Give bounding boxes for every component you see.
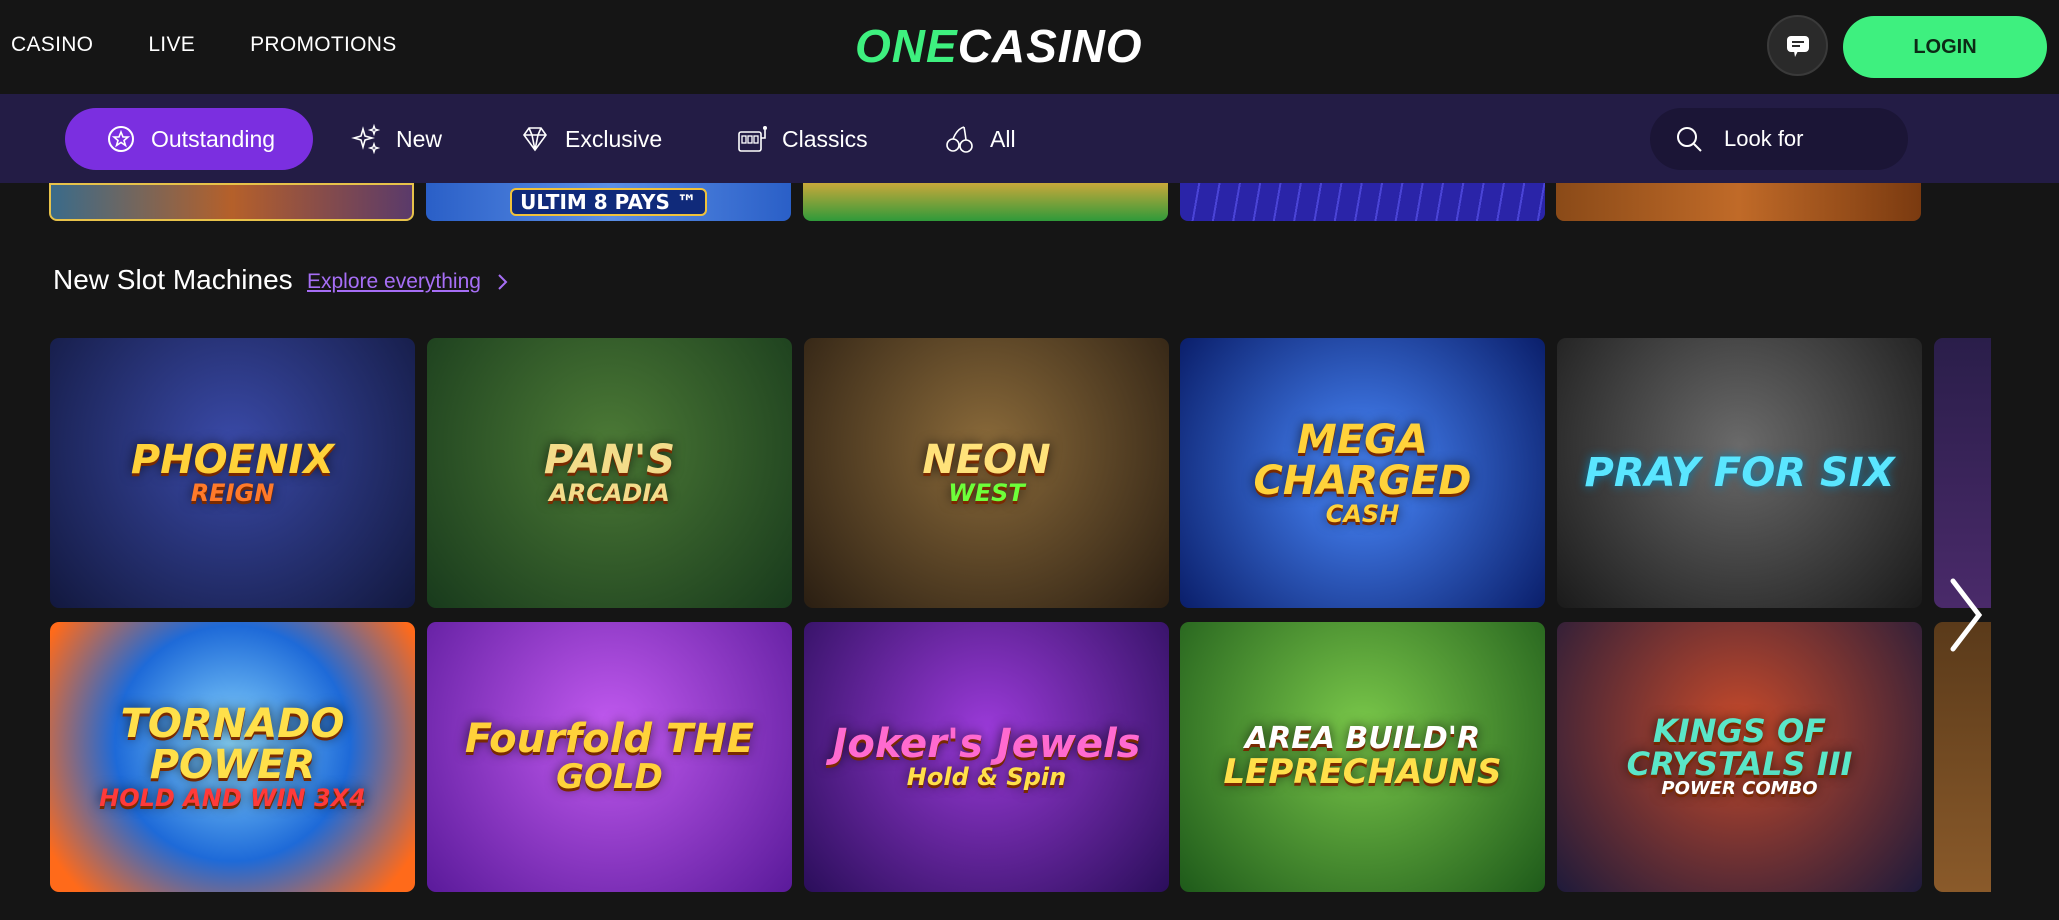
tab-label: All <box>990 125 1016 152</box>
game-title: KINGS OF CRYSTALS III POWER COMBO <box>1626 712 1853 800</box>
game-tile[interactable]: AREA BUILD'R LEPRECHAUNS <box>1180 622 1545 892</box>
game-title: PAN'S ARCADIA <box>543 437 676 508</box>
game-tile[interactable]: PRAY FOR SIX <box>1557 338 1922 608</box>
chat-bubble-icon <box>1786 35 1809 57</box>
tab-outstanding[interactable]: Outstanding <box>65 108 314 170</box>
nav-promotions[interactable]: PROMOTIONS <box>250 33 397 57</box>
game-tile[interactable] <box>1556 183 1921 221</box>
category-bar: Outstanding New Exclusive Classics All <box>0 94 2059 183</box>
game-title: Joker's Jewels Hold & Spin <box>832 721 1141 792</box>
game-tile[interactable]: TORNADO POWER HOLD AND WIN 3X4 <box>50 622 415 892</box>
logo-suffix: CASINO <box>957 20 1143 72</box>
nav-live[interactable]: LIVE <box>148 33 195 57</box>
game-tile[interactable]: NEON WEST <box>804 338 1169 608</box>
cherries-icon <box>946 126 973 153</box>
game-title: PRAY FOR SIX <box>1584 449 1895 496</box>
sparkle-icon <box>351 123 381 155</box>
tab-all[interactable]: All <box>944 108 1016 170</box>
main-nav: CASINO LIVE PROMOTIONS <box>11 33 397 57</box>
carousel-next-icon[interactable] <box>1945 575 1985 655</box>
game-tile-partial[interactable] <box>1934 622 1991 892</box>
brand-logo[interactable]: ONE CASINO <box>855 20 1143 72</box>
slot-machine-icon <box>738 126 767 152</box>
search-box[interactable] <box>1650 108 1908 170</box>
star-badge-icon <box>108 126 134 152</box>
game-tile-partial[interactable] <box>1934 338 1991 608</box>
section-title: New Slot Machines <box>53 264 293 295</box>
tab-classics[interactable]: Classics <box>736 108 868 170</box>
game-title: MEGA CHARGED CASH <box>1253 416 1472 528</box>
game-title: AREA BUILD'R LEPRECHAUNS <box>1223 721 1502 792</box>
game-tile[interactable]: ULTIM 8 PAYS ™ <box>426 183 791 221</box>
diamond-icon <box>523 127 547 152</box>
nav-casino[interactable]: CASINO <box>11 33 93 57</box>
game-title: NEON WEST <box>922 437 1051 508</box>
search-input[interactable] <box>1724 126 1884 152</box>
chevron-right-icon <box>498 274 508 290</box>
tab-label: New <box>396 125 443 152</box>
game-tile[interactable]: PHOENIX REIGN <box>50 338 415 608</box>
explore-label: Explore everything <box>307 270 481 293</box>
game-tile[interactable]: Fourfold THE GOLD <box>427 622 792 892</box>
tile-caption: ULTIM 8 PAYS ™ <box>510 188 707 216</box>
tab-label: Outstanding <box>151 125 276 152</box>
explore-link[interactable]: Explore everything <box>307 270 509 294</box>
game-tile[interactable]: MEGA CHARGED CASH <box>1180 338 1545 608</box>
chat-button[interactable] <box>1767 15 1828 76</box>
game-tile[interactable] <box>803 183 1168 221</box>
game-tile[interactable]: KINGS OF CRYSTALS III POWER COMBO <box>1557 622 1922 892</box>
game-tile[interactable]: PAN'S ARCADIA <box>427 338 792 608</box>
game-title: TORNADO POWER HOLD AND WIN 3X4 <box>99 700 366 812</box>
game-title: Fourfold THE GOLD <box>464 716 755 798</box>
game-title: PHOENIX REIGN <box>130 437 335 508</box>
game-tile[interactable]: Joker's Jewels Hold & Spin <box>804 622 1169 892</box>
tab-new[interactable]: New <box>350 108 442 170</box>
logo-prefix: ONE <box>855 20 958 72</box>
game-tile[interactable] <box>1180 183 1545 221</box>
tab-exclusive[interactable]: Exclusive <box>519 108 662 170</box>
tab-label: Exclusive <box>565 125 663 152</box>
top-header: CASINO LIVE PROMOTIONS ONE CASINO LOGIN <box>0 0 2059 94</box>
login-button[interactable]: LOGIN <box>1843 16 2047 78</box>
tab-label: Classics <box>782 125 868 152</box>
game-tile[interactable] <box>49 183 414 221</box>
search-icon <box>1677 127 1702 152</box>
